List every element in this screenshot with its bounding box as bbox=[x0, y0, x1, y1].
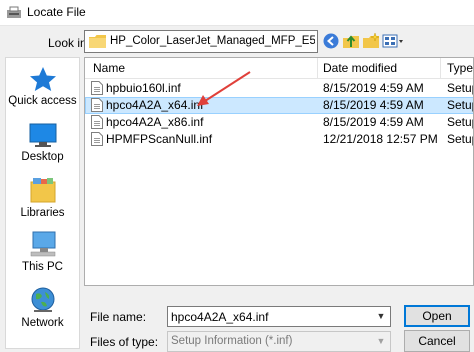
places-bar: Quick access Desktop Libraries This PC N… bbox=[5, 57, 80, 349]
libraries-icon bbox=[30, 178, 55, 203]
filetype-combobox[interactable]: Setup Information (*.inf) ▼ bbox=[167, 331, 391, 352]
file-type: Setup bbox=[447, 132, 473, 146]
file-type: Setup bbox=[447, 98, 473, 112]
place-quick-access[interactable]: Quick access bbox=[6, 66, 79, 107]
app-icon bbox=[7, 6, 21, 18]
chevron-down-icon[interactable]: ▼ bbox=[372, 332, 390, 351]
inf-file-icon bbox=[91, 81, 103, 95]
file-date: 12/21/2018 12:57 PM bbox=[323, 132, 438, 146]
filename-combobox[interactable]: ▼ bbox=[167, 306, 391, 327]
place-label: Desktop bbox=[21, 151, 64, 163]
place-label: Network bbox=[21, 317, 64, 329]
file-row-selected[interactable]: hpco4A2A_x64.inf 8/15/2019 4:59 AM Setup bbox=[85, 97, 473, 114]
file-type: Setup bbox=[447, 115, 473, 129]
folder-icon bbox=[89, 35, 106, 48]
up-folder-icon[interactable] bbox=[342, 32, 360, 50]
computer-icon bbox=[30, 231, 55, 257]
column-divider[interactable] bbox=[317, 58, 318, 79]
lookin-value: HP_Color_LaserJet_Managed_MFP_E57540 bbox=[110, 35, 315, 47]
star-icon bbox=[29, 67, 56, 91]
place-libraries[interactable]: Libraries bbox=[6, 176, 79, 219]
place-label: Quick access bbox=[8, 95, 77, 107]
view-menu-icon[interactable] bbox=[382, 32, 404, 50]
file-date: 8/15/2019 4:59 AM bbox=[323, 81, 424, 95]
lookin-combobox[interactable]: HP_Color_LaserJet_Managed_MFP_E57540 bbox=[84, 30, 318, 53]
window-title: Locate File bbox=[27, 5, 86, 19]
dialog-body: Look in: HP_Color_LaserJet_Managed_MFP_E… bbox=[0, 26, 474, 352]
file-date: 8/15/2019 4:59 AM bbox=[323, 115, 424, 129]
place-this-pc[interactable]: This PC bbox=[6, 230, 79, 273]
file-list[interactable]: Name Date modified Type hpbuio160l.inf 8… bbox=[84, 57, 474, 286]
file-name: hpco4A2A_x86.inf bbox=[106, 115, 204, 129]
inf-file-icon bbox=[91, 98, 103, 112]
place-desktop[interactable]: Desktop bbox=[6, 122, 79, 163]
inf-file-icon bbox=[91, 115, 103, 129]
file-type: Setup bbox=[447, 81, 473, 95]
file-name: HPMFPScanNull.inf bbox=[106, 132, 213, 146]
file-row[interactable]: hpbuio160l.inf 8/15/2019 4:59 AM Setup bbox=[85, 80, 473, 97]
column-header-type[interactable]: Type bbox=[447, 61, 473, 75]
column-header-row: Name Date modified Type bbox=[85, 58, 473, 79]
cancel-button[interactable]: Cancel bbox=[404, 330, 470, 352]
title-bar: Locate File bbox=[0, 0, 474, 26]
filetype-label: Files of type: bbox=[90, 335, 159, 349]
column-divider[interactable] bbox=[440, 58, 441, 79]
column-header-date[interactable]: Date modified bbox=[323, 61, 397, 75]
desktop-icon bbox=[29, 123, 56, 147]
file-name: hpbuio160l.inf bbox=[106, 81, 181, 95]
file-date: 8/15/2019 4:59 AM bbox=[323, 98, 424, 112]
filetype-value: Setup Information (*.inf) bbox=[171, 335, 293, 347]
back-icon[interactable] bbox=[322, 32, 340, 50]
chevron-down-icon[interactable]: ▼ bbox=[372, 307, 390, 326]
file-row[interactable]: HPMFPScanNull.inf 12/21/2018 12:57 PM Se… bbox=[85, 131, 473, 148]
inf-file-icon bbox=[91, 132, 103, 146]
file-row[interactable]: hpco4A2A_x86.inf 8/15/2019 4:59 AM Setup bbox=[85, 114, 473, 131]
new-folder-icon[interactable] bbox=[362, 32, 380, 50]
filename-label: File name: bbox=[90, 310, 147, 324]
place-network[interactable]: Network bbox=[6, 286, 79, 329]
column-header-name[interactable]: Name bbox=[93, 61, 125, 75]
network-icon bbox=[31, 287, 54, 312]
filename-input[interactable] bbox=[168, 307, 368, 326]
place-label: Libraries bbox=[20, 207, 65, 219]
file-name: hpco4A2A_x64.inf bbox=[106, 98, 204, 112]
open-button[interactable]: Open bbox=[404, 305, 470, 327]
place-label: This PC bbox=[22, 261, 63, 273]
